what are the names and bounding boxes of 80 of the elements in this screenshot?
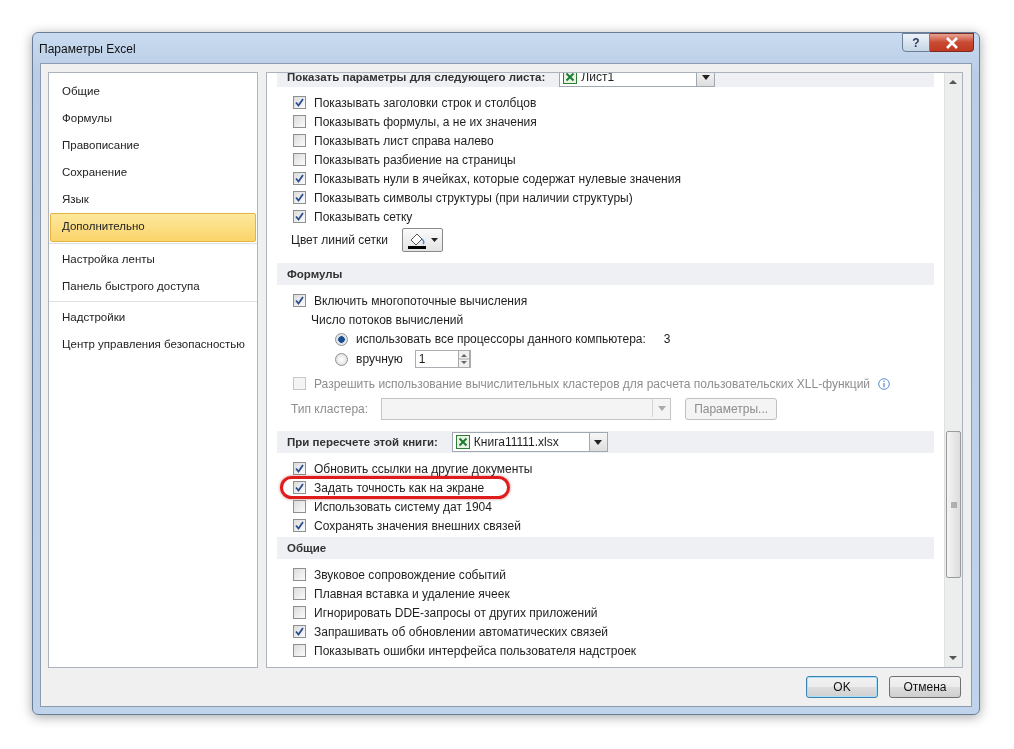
sheet-dropdown[interactable]: Лист1 [559, 73, 716, 87]
checkbox-label: Включить многопоточные вычисления [314, 293, 528, 308]
checkbox-label: Запрашивать об обновлении автоматических связей [314, 624, 609, 639]
checkbox[interactable] [293, 481, 306, 494]
close-button[interactable] [930, 33, 974, 52]
checkbox-label: Показывать нули в ячейках, которые содержат нулевые значения [314, 171, 681, 186]
sidebar-item[interactable]: Общие [50, 78, 256, 105]
checkbox-label: Задать точность как на экране [314, 480, 485, 495]
checkbox[interactable] [293, 519, 306, 532]
checkbox[interactable] [293, 625, 306, 638]
processor-count: 3 [663, 332, 671, 346]
checkbox[interactable] [293, 606, 306, 619]
checkbox[interactable] [293, 294, 306, 307]
dialog-button[interactable]: Отмена [889, 676, 961, 698]
sidebar-item[interactable]: Правописание [50, 132, 256, 159]
scrollbar[interactable] [944, 73, 962, 667]
sidebar-item[interactable]: Формулы [50, 105, 256, 132]
checkbox[interactable] [293, 172, 306, 185]
checkbox-label: Плавная вставка и удаление ячеек [314, 586, 510, 601]
radio-label: вручную [356, 352, 403, 366]
checkbox-label: Сохранять значения внешних связей [314, 518, 521, 533]
section-title: При пересчете этой книги: [287, 436, 438, 448]
spreadsheet-icon [455, 435, 470, 449]
checkbox[interactable] [293, 644, 306, 657]
help-button[interactable]: ? [902, 33, 930, 52]
checkbox[interactable] [293, 153, 306, 166]
spin-field[interactable]: 1 [414, 350, 471, 368]
grip-icon [949, 500, 958, 509]
caret-icon [431, 237, 439, 242]
dropdown-value: Книга11111.xlsx [473, 435, 560, 449]
checkbox-label: Показывать ошибки интерфейса пользователя надстроек [314, 643, 637, 658]
sidebar-item[interactable]: Язык [50, 186, 256, 213]
field-label: Цвет линий сетки [291, 232, 389, 247]
checkbox[interactable] [293, 115, 306, 128]
checkbox[interactable] [293, 462, 306, 475]
section-title: Общие [287, 542, 327, 554]
radio-button[interactable] [335, 352, 348, 366]
sidebar-item[interactable]: Панель быстрого доступа [50, 273, 256, 300]
spinner-arrows-icon [457, 350, 470, 368]
checkbox[interactable] [293, 500, 306, 513]
section-title: Показать параметры для следующего листа: [287, 73, 546, 83]
checkbox-label: Использовать систему дат 1904 [314, 499, 492, 514]
sidebar-item[interactable]: Надстройки [50, 304, 256, 331]
checkbox-label: Разрешить использование вычислительных кластеров для расчета пользовательских XLL-функций [314, 376, 871, 391]
caret-icon [701, 74, 710, 80]
checkbox-label: Звуковое сопровождение событий [314, 567, 507, 582]
sidebar-item[interactable]: Сохранение [50, 159, 256, 186]
sheet-dropdown[interactable]: Книга11111.xlsx [451, 432, 608, 452]
color-picker-button[interactable] [402, 227, 444, 252]
radio-label: использовать все процессоры данного компьютера: [356, 332, 646, 346]
checkbox[interactable] [293, 191, 306, 204]
checkbox[interactable] [293, 210, 306, 223]
caret-icon [594, 439, 603, 445]
sidebar-item[interactable]: Настройка ленты [50, 246, 256, 273]
sidebar-item[interactable]: Дополнительно [50, 213, 256, 242]
dropdown-value: Лист1 [581, 73, 616, 84]
checkbox-label: Показывать разбиение на страницы [314, 152, 516, 167]
field-label: Тип кластера: [291, 402, 369, 416]
checkbox-label: Обновить ссылки на другие документы [314, 461, 533, 476]
checkbox-label: Показывать заголовки строк и столбцов [314, 95, 537, 110]
close-icon [944, 36, 959, 49]
window-title: Параметры Excel [39, 42, 136, 56]
dialog-button[interactable]: OK [806, 676, 878, 698]
dropdown-arrow-button[interactable] [696, 73, 715, 86]
checkbox-label: Показывать символы структуры (при наличии структуры) [314, 190, 633, 205]
checkbox-label: Показывать формулы, а не их значения [314, 114, 537, 129]
checkbox-label: Показывать сетку [314, 209, 413, 224]
radio-button[interactable] [335, 332, 348, 346]
checkbox-label: Показывать лист справа налево [314, 133, 494, 148]
option-label: Число потоков вычислений [310, 311, 465, 329]
section-title: Формулы [287, 268, 343, 280]
sidebar-item[interactable]: Центр управления безопасностью [50, 331, 256, 358]
checkbox[interactable] [293, 587, 306, 600]
checkbox[interactable] [293, 568, 306, 581]
checkbox[interactable] [293, 134, 306, 147]
checkbox[interactable] [293, 96, 306, 109]
dropdown-arrow-button[interactable] [588, 433, 607, 451]
spreadsheet-icon [563, 73, 578, 84]
caret-icon [657, 405, 666, 411]
checkbox-label: Игнорировать DDE-запросы от других приложений [314, 605, 598, 620]
